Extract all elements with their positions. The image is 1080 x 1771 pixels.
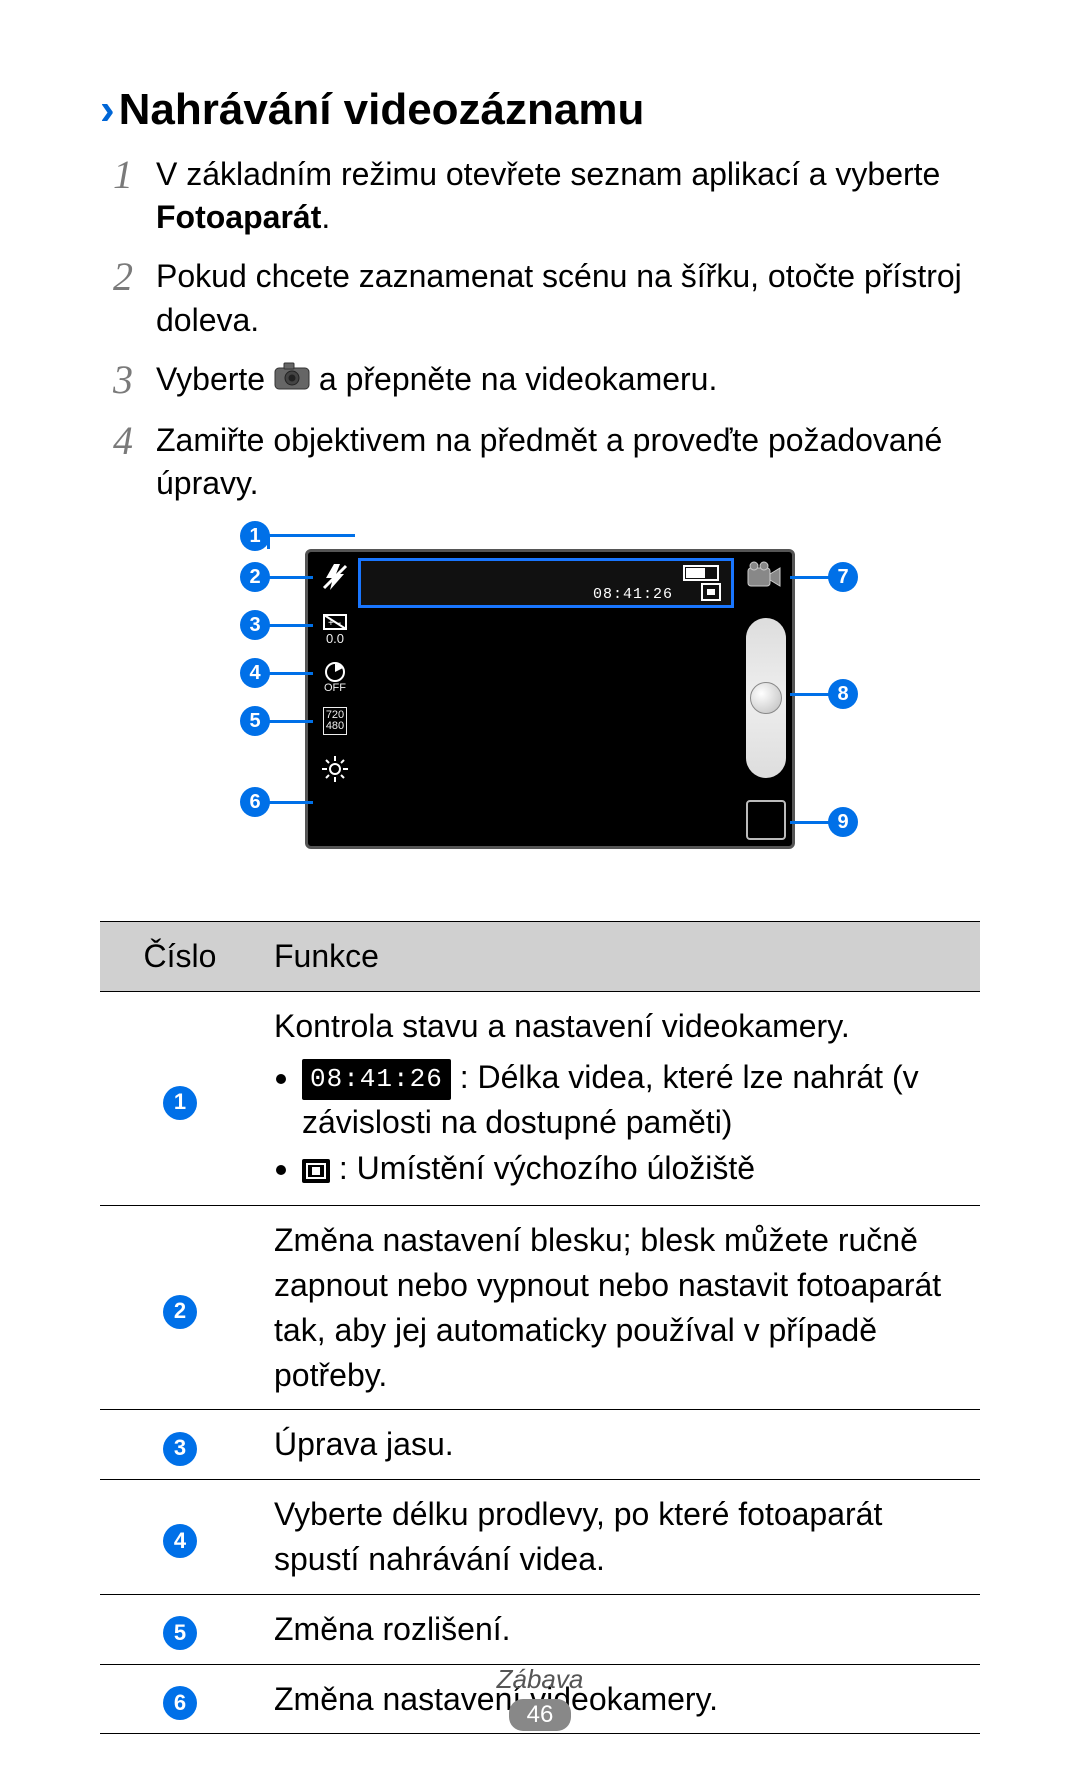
- gear-icon: [316, 750, 354, 788]
- left-toolbar: +- 0.0 OFF 720480: [316, 558, 354, 788]
- callout-line: [267, 576, 313, 579]
- camera-icon: [274, 358, 310, 401]
- row-main-text: Kontrola stavu a nastavení videokamery.: [274, 1008, 850, 1044]
- callout-line: [790, 576, 830, 579]
- camera-viewfinder: 08:41:26 +- 0.0 OFF 720480: [305, 549, 795, 849]
- flash-icon: [316, 558, 354, 596]
- exposure-icon: +- 0.0: [316, 606, 354, 644]
- list-item: : Umístění výchozího úložiště: [302, 1146, 966, 1191]
- timer-value: OFF: [324, 682, 346, 694]
- page-number: 46: [509, 1699, 572, 1731]
- timer-icon: OFF: [316, 654, 354, 692]
- mode-selector: [746, 800, 786, 840]
- row-badge: 3: [163, 1432, 197, 1466]
- row-badge: 2: [163, 1295, 197, 1329]
- header-function: Funkce: [260, 922, 980, 992]
- row-desc: Změna rozlišení.: [260, 1594, 980, 1664]
- step-number: 1: [100, 153, 146, 197]
- recording-time: 08:41:26: [593, 586, 673, 603]
- zoom-slider: [746, 618, 786, 778]
- callout-line: [267, 801, 313, 804]
- row-badge: 4: [163, 1524, 197, 1558]
- step-body: Zamiřte objektivem na předmět a proveďte…: [156, 419, 980, 505]
- chevron-icon: ›: [100, 88, 115, 132]
- row-desc: Změna nastavení blesku; blesk můžete ruč…: [260, 1206, 980, 1410]
- row-badge: 5: [163, 1616, 197, 1650]
- function-table: Číslo Funkce 1 Kontrola stavu a nastaven…: [100, 921, 980, 1734]
- bullet-text: : Umístění výchozího úložiště: [330, 1150, 755, 1186]
- list-item: 08:41:26 : Délka videa, které lze nahrát…: [302, 1055, 966, 1145]
- step-body: V základním režimu otevřete seznam aplik…: [156, 153, 980, 239]
- callout-badge-3: 3: [240, 610, 270, 640]
- section-heading: › Nahrávání videozáznamu: [100, 85, 980, 135]
- callout-badge-9: 9: [828, 807, 858, 837]
- slider-knob: [750, 682, 782, 714]
- svg-text:+: +: [328, 618, 334, 629]
- callout-line: [790, 693, 830, 696]
- row-desc: Úprava jasu.: [260, 1410, 980, 1480]
- callout-badge-7: 7: [828, 562, 858, 592]
- page-footer: Zábava 46: [0, 1664, 1080, 1731]
- svg-text:-: -: [338, 618, 341, 629]
- header-number: Číslo: [100, 922, 260, 992]
- callout-line: [267, 720, 313, 723]
- time-badge: 08:41:26: [302, 1059, 451, 1099]
- table-row: 5 Změna rozlišení.: [100, 1594, 980, 1664]
- step-2: 2 Pokud chcete zaznamenat scénu na šířku…: [100, 255, 980, 341]
- step-number: 4: [100, 419, 146, 463]
- callout-badge-1: 1: [240, 521, 270, 551]
- callout-line: [267, 672, 313, 675]
- bullet-list: 08:41:26 : Délka videa, které lze nahrát…: [274, 1055, 966, 1191]
- ev-value: 0.0: [326, 631, 344, 646]
- step-text: Vyberte: [156, 361, 274, 397]
- camcorder-mode-icon: [746, 560, 784, 594]
- manual-page: › Nahrávání videozáznamu 1 V základním r…: [0, 0, 1080, 1771]
- section-label: Zábava: [0, 1664, 1080, 1695]
- callout-badge-4: 4: [240, 658, 270, 688]
- step-3: 3 Vyberte a přepněte na videokameru.: [100, 358, 980, 403]
- table-row: 1 Kontrola stavu a nastavení videokamery…: [100, 992, 980, 1206]
- storage-badge-icon: [302, 1159, 330, 1183]
- app-name: Fotoaparát: [156, 199, 321, 235]
- step-text: V základním režimu otevřete seznam aplik…: [156, 156, 940, 192]
- resolution-icon: 720480: [316, 702, 354, 740]
- battery-icon: [683, 565, 719, 581]
- camcorder-diagram: 1 08:41:26 +- 0.0 OFF: [160, 521, 920, 891]
- row-desc: Kontrola stavu a nastavení videokamery. …: [260, 992, 980, 1206]
- callout-line: [267, 534, 355, 537]
- step-4: 4 Zamiřte objektivem na předmět a proveď…: [100, 419, 980, 505]
- callout-badge-2: 2: [240, 562, 270, 592]
- row-badge: 1: [163, 1086, 197, 1120]
- table-row: 4 Vyberte délku prodlevy, po které fotoa…: [100, 1480, 980, 1595]
- heading-text: Nahrávání videozáznamu: [119, 85, 645, 135]
- step-1: 1 V základním režimu otevřete seznam apl…: [100, 153, 980, 239]
- callout-badge-8: 8: [828, 679, 858, 709]
- callout-line: [790, 821, 830, 824]
- table-header: Číslo Funkce: [100, 922, 980, 992]
- step-number: 2: [100, 255, 146, 299]
- callout-badge-5: 5: [240, 706, 270, 736]
- storage-icon: [701, 583, 721, 601]
- table-row: 2 Změna nastavení blesku; blesk můžete r…: [100, 1206, 980, 1410]
- step-text: .: [321, 199, 330, 235]
- status-bar: 08:41:26: [358, 558, 734, 608]
- step-body: Pokud chcete zaznamenat scénu na šířku, …: [156, 255, 980, 341]
- row-desc: Vyberte délku prodlevy, po které fotoapa…: [260, 1480, 980, 1595]
- table-row: 3 Úprava jasu.: [100, 1410, 980, 1480]
- callout-line: [267, 624, 313, 627]
- callout-badge-6: 6: [240, 787, 270, 817]
- step-body: Vyberte a přepněte na videokameru.: [156, 358, 980, 403]
- step-number: 3: [100, 358, 146, 402]
- step-text: a přepněte na videokameru.: [319, 361, 717, 397]
